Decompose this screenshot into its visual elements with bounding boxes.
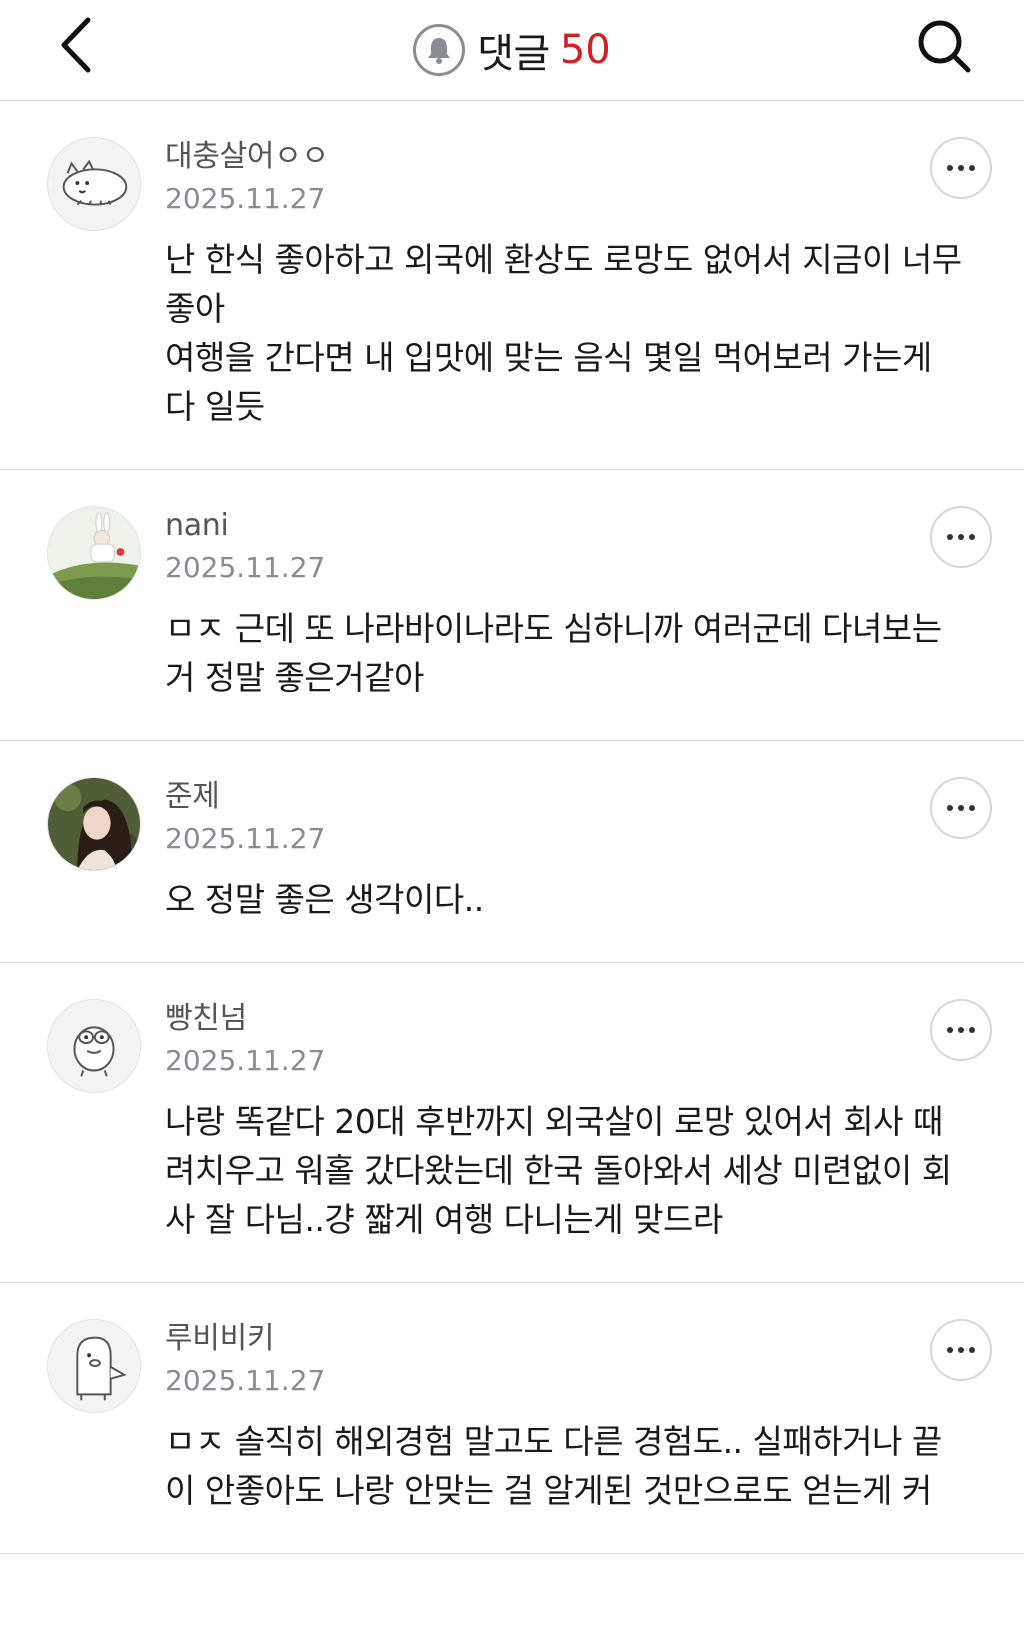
comment-item: 대충살어ㅇㅇ 2025.11.27 난 한식 좋아하고 외국에 환상도 로망도 … [0,101,1024,470]
comment-count: 50 [559,27,611,73]
comment-body: 오 정말 좋은 생각이다.. [165,880,484,919]
comment-list: 대충살어ㅇㅇ 2025.11.27 난 한식 좋아하고 외국에 환상도 로망도 … [0,101,1024,1554]
comment-body: ㅁㅈ 근데 또 나라바이나라도 심하니까 여러군데 다녀보는거 정말 좋은거같아 [165,609,942,697]
more-icon [947,534,953,540]
comment-body: ㅁㅈ 솔직히 해외경험 말고도 다른 경험도.. 실패하거나 끝이 안좋아도 나… [165,1422,942,1510]
comment-item: 준제 2025.11.27 오 정말 좋은 생각이다.. [0,741,1024,963]
penguin-doodle-avatar [48,1320,140,1412]
more-icon [947,1347,953,1353]
comment-username[interactable]: 준제 [165,777,964,817]
bell-icon [428,38,451,64]
top-bar: 댓글 50 [0,0,1024,101]
more-icon [947,805,953,811]
search-button[interactable] [912,14,978,80]
comment-body: 난 한식 좋아하고 외국에 환상도 로망도 없어서 지금이 너무 좋아 여행을 … [165,240,962,426]
avatar[interactable] [47,777,141,871]
cat-doodle-avatar [48,138,140,230]
frog-doodle-avatar [48,1000,140,1092]
more-options-button[interactable] [930,999,992,1061]
avatar[interactable] [47,137,141,231]
page-title: 댓글 [477,31,550,77]
woman-portrait-avatar [48,778,140,870]
more-icon [947,1027,953,1033]
comment-username[interactable]: 대충살어ㅇㅇ [165,137,964,177]
header-title-group: 댓글 50 [0,0,1024,100]
search-icon [918,20,971,73]
comment-date: 2025.11.27 [165,182,326,215]
comment-date: 2025.11.27 [165,1364,326,1397]
more-options-button[interactable] [930,777,992,839]
comment-date: 2025.11.27 [165,551,326,584]
more-options-button[interactable] [930,1319,992,1381]
comment-username[interactable]: 루비비키 [165,1319,964,1359]
avatar[interactable] [47,506,141,600]
avatar[interactable] [47,999,141,1093]
notification-bell-button[interactable] [413,24,466,76]
comment-date: 2025.11.27 [165,1044,326,1077]
more-options-button[interactable] [930,506,992,568]
comment-date: 2025.11.27 [165,822,326,855]
bunny-costume-photo-avatar [48,507,140,599]
more-options-button[interactable] [930,137,992,199]
comment-item: 루비비키 2025.11.27 ㅁㅈ 솔직히 해외경험 말고도 다른 경험도..… [0,1283,1024,1554]
comment-username[interactable]: nani [165,506,964,546]
more-icon [947,165,953,171]
comment-body: 나랑 똑같다 20대 후반까지 외국살이 로망 있어서 회사 때려치우고 워홀 … [165,1102,952,1239]
comment-item: nani 2025.11.27 ㅁㅈ 근데 또 나라바이나라도 심하니까 여러군… [0,470,1024,741]
comment-username[interactable]: 빵친넘 [165,999,964,1039]
comment-item: 빵친넘 2025.11.27 나랑 똑같다 20대 후반까지 외국살이 로망 있… [0,963,1024,1283]
avatar[interactable] [47,1319,141,1413]
